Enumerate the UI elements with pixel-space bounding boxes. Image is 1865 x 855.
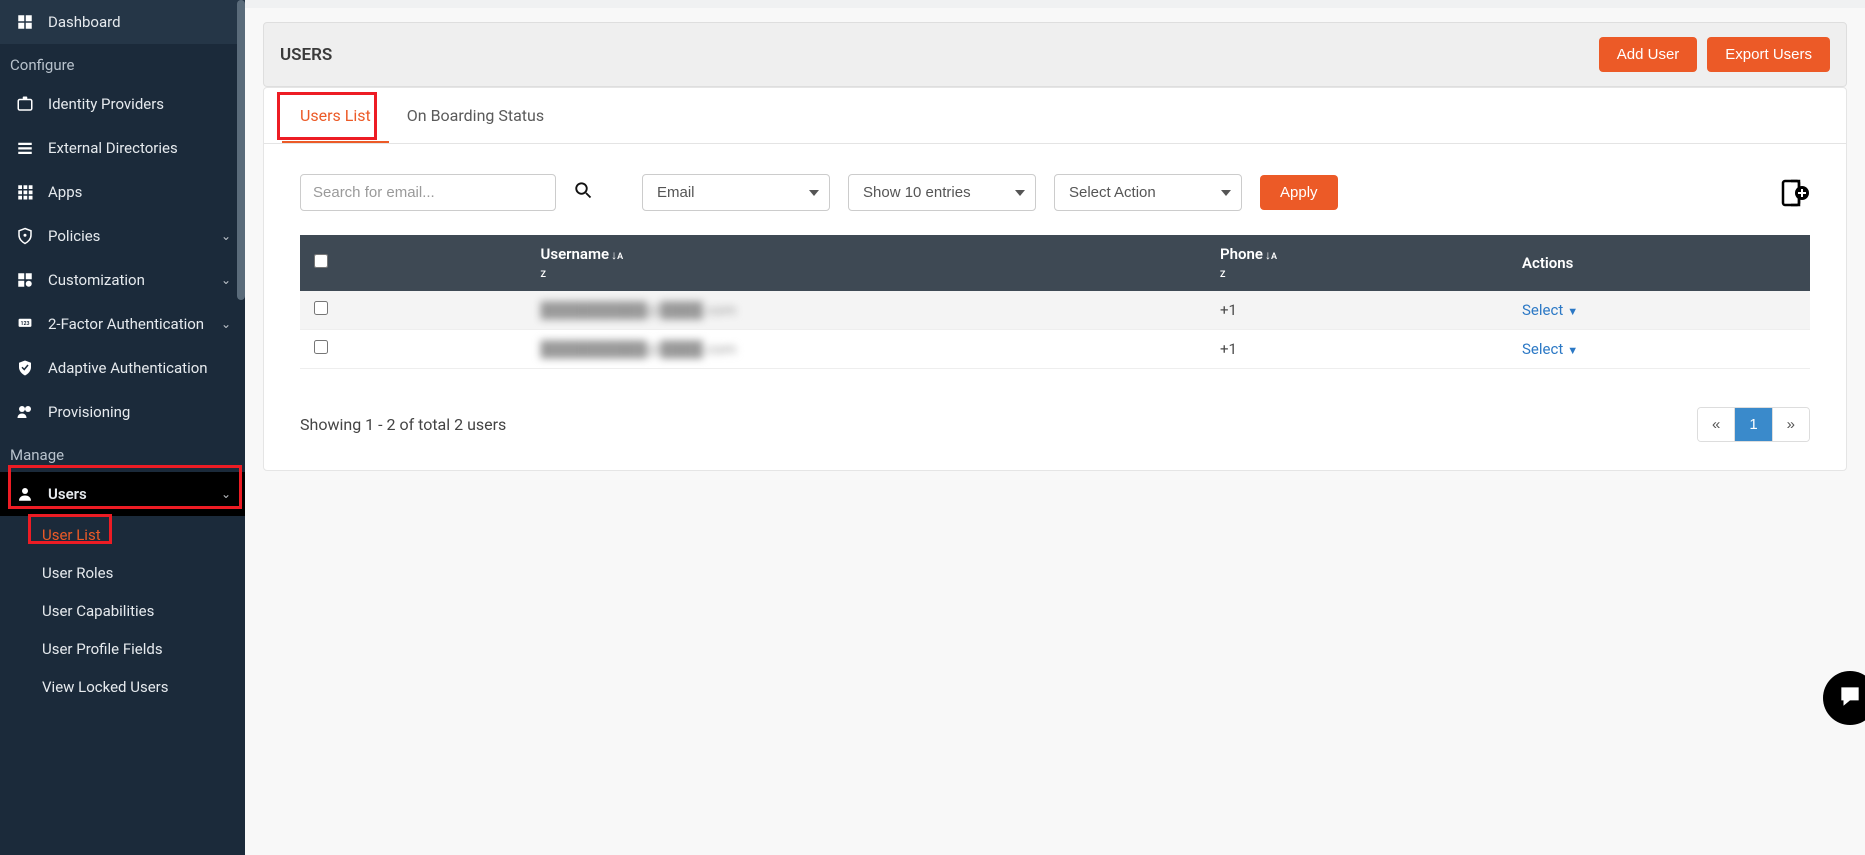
table-header-username[interactable]: Username↓AZ: [527, 235, 1207, 291]
scrollbar-thumb[interactable]: [237, 0, 245, 300]
toolbar: Email Show 10 entries Select Action Appl…: [264, 144, 1846, 235]
sidebar-scrollbar[interactable]: [237, 0, 245, 855]
export-users-button[interactable]: Export Users: [1707, 37, 1830, 72]
column-label: Username: [541, 245, 610, 263]
add-user-button[interactable]: Add User: [1599, 37, 1698, 72]
id-card-icon: [14, 93, 36, 115]
caret-down-icon: ▼: [1567, 344, 1578, 357]
chevron-down-icon: ⌄: [221, 229, 231, 243]
sidebar-item-label: Identity Providers: [48, 95, 164, 113]
sidebar-subitem-user-list[interactable]: User List: [0, 516, 245, 554]
search-icon: [574, 184, 592, 203]
sidebar-item-label: Users: [48, 485, 87, 503]
sidebar-item-apps[interactable]: Apps: [0, 170, 245, 214]
sidebar-item-label: Adaptive Authentication: [48, 359, 208, 377]
add-user-quick-button[interactable]: [1780, 178, 1810, 208]
sidebar-subitem-user-capabilities[interactable]: User Capabilities: [0, 592, 245, 630]
shield-icon: [14, 225, 36, 247]
sidebar-item-label: Policies: [48, 227, 100, 245]
search-button[interactable]: [570, 177, 596, 208]
sidebar-item-label: Dashboard: [48, 13, 121, 31]
sidebar-item-dashboard[interactable]: Dashboard: [0, 0, 245, 44]
sidebar-item-label: Customization: [48, 271, 145, 289]
phone-cell: +1: [1206, 291, 1508, 330]
bulk-action-select[interactable]: Select Action: [1054, 174, 1242, 211]
column-label: Phone: [1220, 245, 1263, 263]
row-action-select[interactable]: Select ▼: [1522, 301, 1578, 319]
sidebar-item-adaptive-auth[interactable]: Adaptive Authentication: [0, 346, 245, 390]
top-gap: [245, 0, 1865, 8]
chevron-down-icon: ⌄: [221, 317, 231, 331]
page-next-button[interactable]: »: [1772, 408, 1809, 441]
sidebar-item-2fa[interactable]: 123 2-Factor Authentication ⌄: [0, 302, 245, 346]
select-label: Select: [1522, 340, 1563, 358]
users-table: Username↓AZ Phone↓AZ Actions ██████████@…: [300, 235, 1810, 369]
table-row: ██████████@████.com +1 Select ▼: [300, 291, 1810, 330]
table-footer: Showing 1 - 2 of total 2 users « 1 »: [264, 389, 1846, 470]
tabs: Users List On Boarding Status: [264, 88, 1846, 144]
row-checkbox[interactable]: [314, 301, 328, 315]
column-label: Actions: [1522, 254, 1573, 272]
sidebar-item-label: Provisioning: [48, 403, 130, 421]
tab-users-list[interactable]: Users List: [282, 88, 389, 143]
sidebar-item-label: External Directories: [48, 139, 178, 157]
sidebar-item-users[interactable]: Users ⌄: [0, 472, 245, 516]
sidebar: Dashboard Configure Identity Providers E…: [0, 0, 245, 855]
caret-down-icon: ▼: [1567, 305, 1578, 318]
apply-button[interactable]: Apply: [1260, 175, 1338, 210]
table-header-row: Username↓AZ Phone↓AZ Actions: [300, 235, 1810, 291]
tab-onboarding-status[interactable]: On Boarding Status: [389, 88, 562, 143]
sidebar-section-manage: Manage: [0, 434, 245, 472]
shield-check-icon: [14, 357, 36, 379]
row-checkbox[interactable]: [314, 340, 328, 354]
entries-select[interactable]: Show 10 entries: [848, 174, 1036, 211]
content-card: Users List On Boarding Status Email Show…: [263, 87, 1847, 471]
sidebar-item-identity-providers[interactable]: Identity Providers: [0, 82, 245, 126]
sidebar-item-customization[interactable]: Customization ⌄: [0, 258, 245, 302]
list-icon: [14, 137, 36, 159]
sidebar-item-label: Apps: [48, 183, 82, 201]
select-all-checkbox[interactable]: [314, 254, 328, 268]
page-1-button[interactable]: 1: [1734, 408, 1771, 441]
page-header: USERS Add User Export Users: [263, 22, 1847, 87]
numeric-icon: 123: [14, 313, 36, 335]
showing-text: Showing 1 - 2 of total 2 users: [300, 415, 506, 434]
sidebar-item-label: 2-Factor Authentication: [48, 315, 204, 333]
user-icon: [14, 483, 36, 505]
row-action-select[interactable]: Select ▼: [1522, 340, 1578, 358]
chevron-down-icon: ⌄: [221, 487, 231, 501]
pagination: « 1 »: [1697, 407, 1810, 442]
sidebar-subitem-user-profile-fields[interactable]: User Profile Fields: [0, 630, 245, 668]
users-gear-icon: [14, 401, 36, 423]
dashboard-icon: [14, 11, 36, 33]
username-cell: ██████████@████.com: [541, 340, 737, 358]
select-label: Select: [1522, 301, 1563, 319]
search-wrap: [300, 174, 596, 211]
chevron-down-icon: ⌄: [221, 273, 231, 287]
search-input[interactable]: [300, 174, 556, 211]
main-content: USERS Add User Export Users Users List O…: [245, 0, 1865, 855]
phone-cell: +1: [1206, 330, 1508, 369]
page-prev-button[interactable]: «: [1698, 408, 1734, 441]
sidebar-section-configure: Configure: [0, 44, 245, 82]
username-cell: ██████████@████.com: [541, 301, 737, 319]
table-header-checkbox: [300, 235, 527, 291]
filter-field-select[interactable]: Email: [642, 174, 830, 211]
svg-text:123: 123: [20, 321, 29, 327]
sidebar-item-external-directories[interactable]: External Directories: [0, 126, 245, 170]
table-header-actions: Actions: [1508, 235, 1810, 291]
grid-icon: [14, 181, 36, 203]
sidebar-item-provisioning[interactable]: Provisioning: [0, 390, 245, 434]
page-title: USERS: [280, 45, 332, 65]
sidebar-subitem-view-locked-users[interactable]: View Locked Users: [0, 668, 245, 706]
table-header-phone[interactable]: Phone↓AZ: [1206, 235, 1508, 291]
users-table-wrap: Username↓AZ Phone↓AZ Actions ██████████@…: [264, 235, 1846, 389]
sidebar-item-policies[interactable]: Policies ⌄: [0, 214, 245, 258]
chat-icon: [1837, 683, 1863, 713]
sidebar-subitem-user-roles[interactable]: User Roles: [0, 554, 245, 592]
table-row: ██████████@████.com +1 Select ▼: [300, 330, 1810, 369]
puzzle-icon: [14, 269, 36, 291]
header-buttons: Add User Export Users: [1599, 37, 1830, 72]
